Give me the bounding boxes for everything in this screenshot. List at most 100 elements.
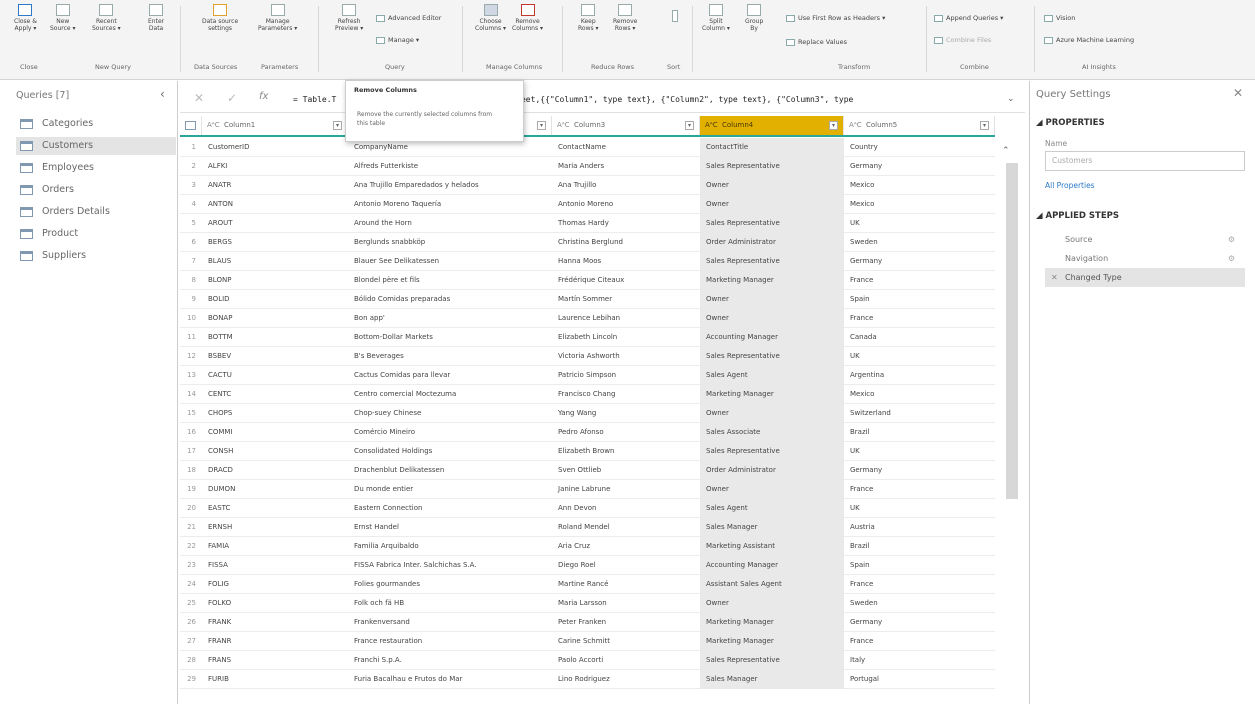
table-cell[interactable]: Bon app' <box>348 309 552 328</box>
column-header[interactable]: AᴬC Column4 ▾ <box>700 116 844 135</box>
table-cell[interactable]: Switzerland <box>844 404 995 423</box>
table-cell[interactable]: Argentina <box>844 366 995 385</box>
table-cell[interactable]: Berglunds snabbköp <box>348 233 552 252</box>
table-cell[interactable]: France <box>844 575 995 594</box>
row-number[interactable]: 10 <box>180 309 202 328</box>
manage-button[interactable]: Manage ▾ <box>376 36 419 45</box>
table-cell[interactable]: Centro comercial Moctezuma <box>348 385 552 404</box>
all-properties-link[interactable]: All Properties <box>1045 181 1095 190</box>
table-cell[interactable]: Folies gourmandes <box>348 575 552 594</box>
table-cell[interactable]: Martín Sommer <box>552 290 700 309</box>
table-cell[interactable]: FRANS <box>202 651 348 670</box>
row-number[interactable]: 5 <box>180 214 202 233</box>
table-cell[interactable]: CHOPS <box>202 404 348 423</box>
table-cell[interactable]: Around the Horn <box>348 214 552 233</box>
table-cell[interactable]: Canada <box>844 328 995 347</box>
remove-rows-button[interactable]: Remove Rows ▾ <box>613 4 637 32</box>
table-cell[interactable]: Antonio Moreno Taquería <box>348 195 552 214</box>
table-cell[interactable]: Drachenblut Delikatessen <box>348 461 552 480</box>
table-cell[interactable]: Owner <box>700 594 844 613</box>
table-cell[interactable]: Peter Franken <box>552 613 700 632</box>
table-cell[interactable]: Austria <box>844 518 995 537</box>
row-number[interactable]: 18 <box>180 461 202 480</box>
azure-ml-button[interactable]: Azure Machine Learning <box>1044 36 1134 45</box>
row-number[interactable]: 17 <box>180 442 202 461</box>
table-cell[interactable]: Alfreds Futterkiste <box>348 157 552 176</box>
collapse-pane-icon[interactable]: ‹ <box>160 87 165 101</box>
table-cell[interactable]: Marketing Manager <box>700 613 844 632</box>
table-cell[interactable]: Germany <box>844 613 995 632</box>
table-cell[interactable]: Yang Wang <box>552 404 700 423</box>
row-number[interactable]: 22 <box>180 537 202 556</box>
row-number[interactable]: 11 <box>180 328 202 347</box>
table-cell[interactable]: Owner <box>700 480 844 499</box>
data-source-settings-button[interactable]: Data source settings <box>202 4 238 32</box>
row-number[interactable]: 2 <box>180 157 202 176</box>
query-item[interactable]: Orders Details <box>16 203 176 221</box>
table-cell[interactable]: Francisco Chang <box>552 385 700 404</box>
table-cell[interactable]: Patricio Simpson <box>552 366 700 385</box>
combine-files-button[interactable]: Combine Files <box>934 36 991 45</box>
table-cell[interactable]: Sweden <box>844 233 995 252</box>
table-cell[interactable]: France <box>844 271 995 290</box>
append-queries-button[interactable]: Append Queries ▾ <box>934 14 1003 23</box>
table-cell[interactable]: Ernst Handel <box>348 518 552 537</box>
table-cell[interactable]: Sales Representative <box>700 157 844 176</box>
table-cell[interactable]: Roland Mendel <box>552 518 700 537</box>
table-cell[interactable]: COMMI <box>202 423 348 442</box>
table-cell[interactable]: Spain <box>844 290 995 309</box>
table-cell[interactable]: Marketing Assistant <box>700 537 844 556</box>
table-cell[interactable]: CustomerID <box>202 138 348 157</box>
table-cell[interactable]: Accounting Manager <box>700 556 844 575</box>
row-number[interactable]: 15 <box>180 404 202 423</box>
table-cell[interactable]: Christina Berglund <box>552 233 700 252</box>
gear-icon[interactable]: ⚙ <box>1228 249 1235 268</box>
table-cell[interactable]: Bólido Comidas preparadas <box>348 290 552 309</box>
recent-sources-button[interactable]: Recent Sources ▾ <box>92 4 121 32</box>
column-header[interactable]: AᴬC Column5 ▾ <box>844 116 995 135</box>
table-cell[interactable]: Janine Labrune <box>552 480 700 499</box>
properties-header[interactable]: ◢ PROPERTIES <box>1036 118 1105 128</box>
table-cell[interactable]: BERGS <box>202 233 348 252</box>
table-cell[interactable]: Maria Larsson <box>552 594 700 613</box>
table-cell[interactable]: Pedro Afonso <box>552 423 700 442</box>
table-cell[interactable]: Assistant Sales Agent <box>700 575 844 594</box>
row-number[interactable]: 16 <box>180 423 202 442</box>
table-cell[interactable]: Victoria Ashworth <box>552 347 700 366</box>
close-icon[interactable]: ✕ <box>1233 86 1243 100</box>
table-cell[interactable]: Owner <box>700 404 844 423</box>
table-cell[interactable]: Germany <box>844 157 995 176</box>
table-cell[interactable]: Maria Anders <box>552 157 700 176</box>
query-item[interactable]: Customers <box>16 137 176 155</box>
table-cell[interactable]: Owner <box>700 309 844 328</box>
split-column-button[interactable]: Split Column ▾ <box>702 4 730 32</box>
text-type-icon[interactable]: AᴬC <box>705 116 718 135</box>
table-cell[interactable]: UK <box>844 499 995 518</box>
text-type-icon[interactable]: AᴬC <box>557 116 570 135</box>
table-cell[interactable]: BSBEV <box>202 347 348 366</box>
table-cell[interactable]: Du monde entier <box>348 480 552 499</box>
manage-parameters-button[interactable]: Manage Parameters ▾ <box>258 4 297 32</box>
text-type-icon[interactable]: AᴬC <box>849 116 862 135</box>
table-cell[interactable]: Sales Representative <box>700 347 844 366</box>
applied-step[interactable]: Navigation ⚙ <box>1045 249 1245 268</box>
table-cell[interactable]: Elizabeth Lincoln <box>552 328 700 347</box>
table-cell[interactable]: Consolidated Holdings <box>348 442 552 461</box>
row-number[interactable]: 26 <box>180 613 202 632</box>
row-number[interactable]: 24 <box>180 575 202 594</box>
table-cell[interactable]: DUMON <box>202 480 348 499</box>
row-number[interactable]: 6 <box>180 233 202 252</box>
table-cell[interactable]: Mexico <box>844 195 995 214</box>
table-cell[interactable]: Lino Rodriguez <box>552 670 700 689</box>
table-cell[interactable]: Furia Bacalhau e Frutos do Mar <box>348 670 552 689</box>
table-cell[interactable]: Sales Representative <box>700 651 844 670</box>
table-cell[interactable]: Blauer See Delikatessen <box>348 252 552 271</box>
table-cell[interactable]: Sales Representative <box>700 252 844 271</box>
table-cell[interactable]: Elizabeth Brown <box>552 442 700 461</box>
table-cell[interactable]: FRANK <box>202 613 348 632</box>
row-number[interactable]: 8 <box>180 271 202 290</box>
table-cell[interactable]: Order Administrator <box>700 233 844 252</box>
applied-step[interactable]: Source ⚙ <box>1045 230 1245 249</box>
table-cell[interactable]: Sales Agent <box>700 499 844 518</box>
table-cell[interactable]: BLONP <box>202 271 348 290</box>
